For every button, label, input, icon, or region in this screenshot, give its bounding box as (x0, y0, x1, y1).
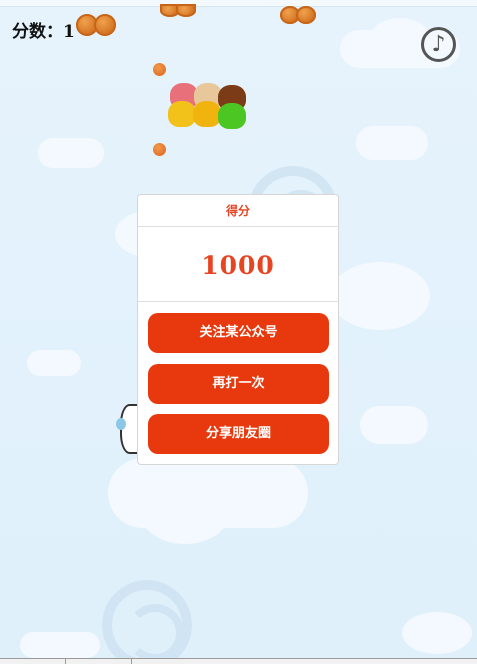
cloud (38, 138, 104, 168)
result-title: 得分 (138, 195, 338, 227)
music-note-icon: ♪ (431, 32, 446, 57)
score-value: 1 (63, 22, 75, 42)
cloud (27, 350, 81, 376)
cloud (20, 632, 100, 658)
cloud (356, 126, 428, 160)
watermark-logo (102, 580, 192, 664)
result-panel: 得分 1000 关注某公众号 再打一次 分享朋友圈 (137, 194, 339, 465)
mooncake-icon (296, 6, 316, 24)
bottom-status-bar (0, 658, 477, 664)
mooncake-icon (94, 14, 116, 36)
mooncake-bullet-icon (153, 143, 166, 156)
final-score: 1000 (138, 227, 338, 302)
mooncake-stack-icon (168, 83, 246, 129)
replay-button[interactable]: 再打一次 (148, 364, 329, 404)
cloud (330, 262, 430, 330)
mooncake-icon (176, 4, 196, 17)
mooncake-group (160, 4, 196, 17)
cloud (140, 480, 230, 544)
game-area[interactable]: 分数：1 ♪ 得分 1000 关注某公众号 再打一次 分享朋友圈 (0, 0, 477, 664)
cloud (402, 612, 472, 654)
cloud (360, 406, 428, 444)
score-display: 分数：1 (12, 17, 75, 42)
top-strip (0, 0, 477, 7)
share-moments-button[interactable]: 分享朋友圈 (148, 414, 329, 454)
score-label: 分数： (12, 22, 63, 42)
music-toggle-button[interactable]: ♪ (421, 27, 456, 62)
follow-account-button[interactable]: 关注某公众号 (148, 313, 329, 353)
mooncake-bullet-icon (153, 63, 166, 76)
mooncake-group (76, 14, 116, 36)
mooncake-group (280, 6, 316, 24)
